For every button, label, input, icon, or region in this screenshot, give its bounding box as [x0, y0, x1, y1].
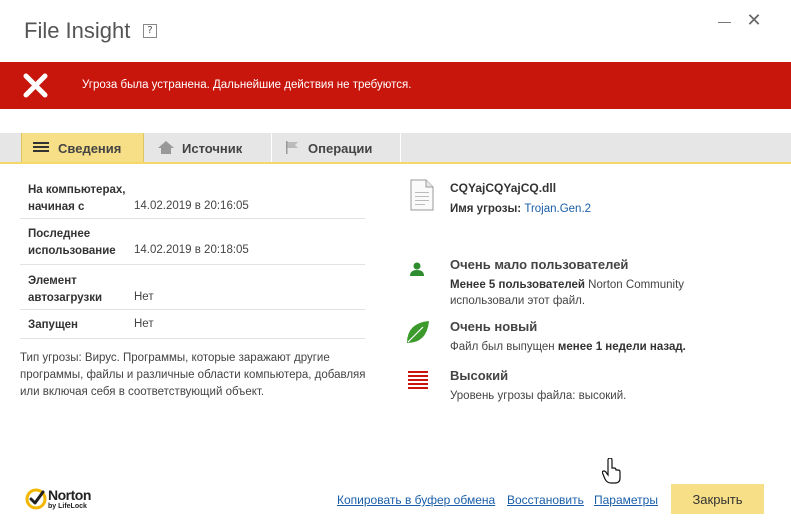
- alert-message: Угроза была устранена. Дальнейшие действ…: [82, 79, 412, 91]
- close-button[interactable]: Закрыть: [671, 484, 764, 514]
- restore-link[interactable]: Восстановить: [507, 493, 584, 507]
- detail-value: Нет: [134, 318, 154, 330]
- file-name: CQYajCQYajCQ.dll: [450, 181, 557, 195]
- threat-name-line: Имя угрозы: Trojan.Gen.2: [450, 203, 591, 215]
- user-icon: [410, 262, 424, 276]
- minimize-button[interactable]: [712, 10, 736, 34]
- detail-value: 14.02.2019 в 20:16:05: [134, 200, 249, 212]
- threat-name-label: Имя угрозы:: [450, 203, 522, 215]
- title-bar: File Insight ? ✕: [0, 0, 791, 62]
- age-text: Файл был выпущен менее 1 недели назад.: [450, 341, 686, 353]
- detail-row: Последнее использование 14.02.2019 в 20:1…: [20, 219, 365, 265]
- detail-label: Последнее использование: [28, 228, 116, 257]
- settings-link[interactable]: Параметры: [594, 493, 658, 507]
- flag-icon: [286, 141, 298, 154]
- tab-label: Источник: [182, 141, 243, 156]
- detail-value: Нет: [134, 291, 154, 303]
- users-title: Очень мало пользователей: [450, 257, 629, 272]
- detail-label: Запущен: [28, 319, 78, 331]
- norton-subtitle: by LifeLock: [48, 503, 87, 510]
- details-table: На компьютерах, начиная с 14.02.2019 в 20…: [20, 175, 365, 339]
- norton-wordmark: Norton: [48, 487, 91, 503]
- users-text: Менее 5 пользователей Norton Community и…: [450, 279, 685, 307]
- risk-info: Высокий Уровень угрозы файла: высокий.: [405, 368, 785, 408]
- risk-text: Уровень угрозы файла: высокий.: [450, 390, 627, 402]
- detail-value: 14.02.2019 в 20:18:05: [134, 244, 249, 256]
- age-info: Очень новый Файл был выпущен менее 1 нед…: [405, 319, 785, 359]
- detail-label: На компьютерах, начиная с: [28, 184, 126, 213]
- leaf-icon: [407, 321, 429, 343]
- detail-row: На компьютерах, начиная с 14.02.2019 в 20…: [20, 175, 365, 219]
- threat-description: Тип угрозы: Вирус. Программы, которые за…: [20, 352, 366, 398]
- tab-label: Операции: [308, 141, 373, 156]
- users-info: Очень мало пользователей Менее 5 пользов…: [405, 257, 785, 307]
- copy-to-clipboard-link[interactable]: Копировать в буфер обмена: [337, 493, 495, 507]
- norton-logo: Norton by LifeLock: [25, 486, 105, 512]
- hand-cursor-icon: [602, 458, 621, 484]
- detail-label: Элемент автозагрузки: [28, 275, 103, 304]
- tab-label: Сведения: [58, 141, 122, 156]
- close-window-button[interactable]: ✕: [742, 8, 766, 34]
- help-icon[interactable]: ?: [143, 24, 157, 38]
- tab-details[interactable]: Сведения: [21, 133, 144, 162]
- threat-name-link[interactable]: Trojan.Gen.2: [524, 203, 591, 215]
- file-icon: [410, 179, 434, 211]
- detail-row: Запущен Нет: [20, 310, 365, 339]
- tab-bar: Сведения Источник Операции: [0, 133, 791, 164]
- home-icon: [158, 141, 174, 154]
- list-icon: [33, 142, 49, 152]
- alert-banner: Угроза была устранена. Дальнейшие действ…: [0, 62, 791, 109]
- close-x-icon: [23, 73, 48, 98]
- risk-title: Высокий: [450, 368, 509, 383]
- tab-operations[interactable]: Операции: [273, 133, 401, 162]
- risk-level-icon: [408, 371, 428, 389]
- tab-source[interactable]: Источник: [145, 133, 272, 162]
- age-title: Очень новый: [450, 319, 538, 334]
- norton-check-icon: [25, 488, 47, 510]
- detail-row: Элемент автозагрузки Нет: [20, 265, 365, 310]
- app-title: File Insight: [24, 18, 131, 43]
